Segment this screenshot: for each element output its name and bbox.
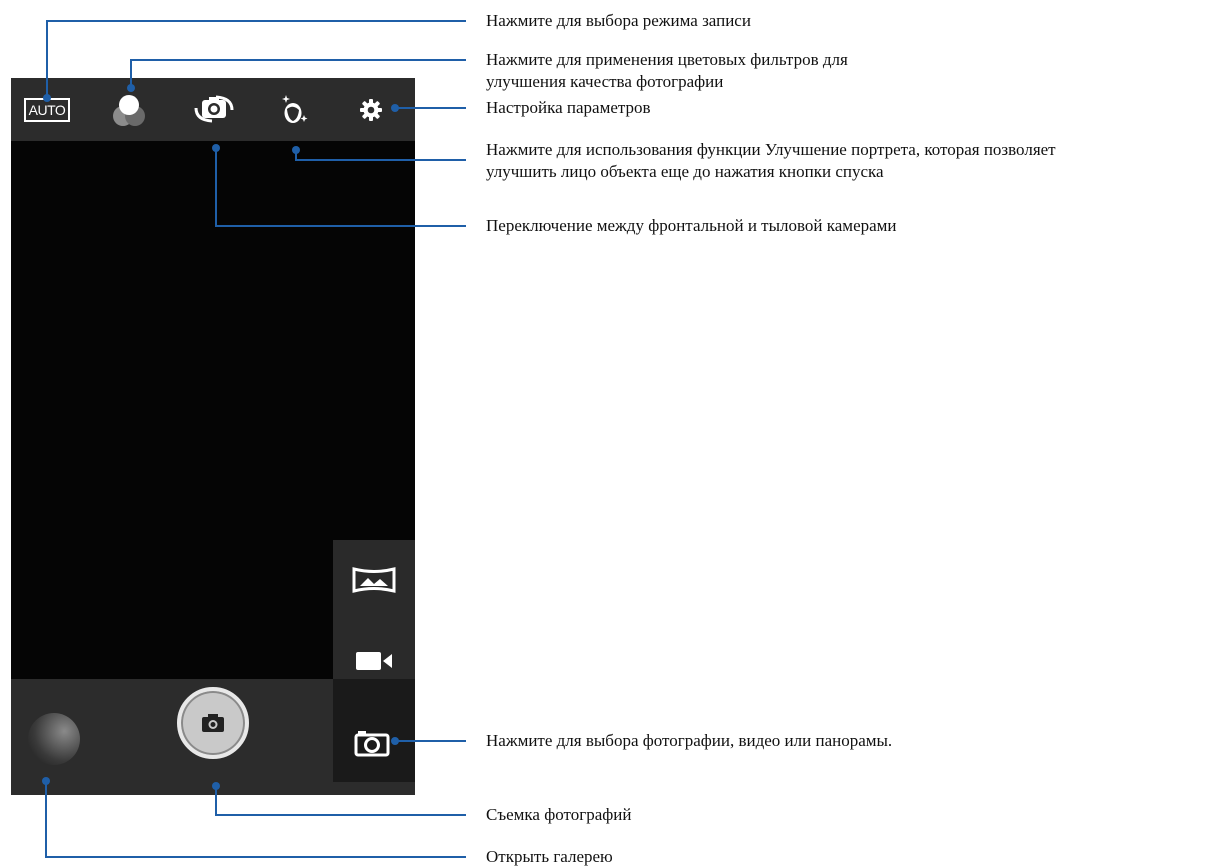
label-portrait-2: улучшить лицо объекта еще до нажатия кно… <box>486 162 884 181</box>
label-mode-select: Нажмите для выбора фотографии, видео или… <box>486 731 893 750</box>
label-settings: Настройка параметров <box>486 98 651 117</box>
label-color-filters-2: улучшения качества фотографии <box>486 72 724 91</box>
label-color-filters-1: Нажмите для применения цветовых фильтров… <box>486 50 848 69</box>
label-record-mode: Нажмите для выбора режима записи <box>486 11 751 30</box>
label-portrait-1: Нажмите для использования функции Улучше… <box>486 140 1056 159</box>
label-switch-camera: Переключение между фронтальной и тыловой… <box>486 216 897 235</box>
label-take-photo: Съемка фотографий <box>486 805 632 824</box>
